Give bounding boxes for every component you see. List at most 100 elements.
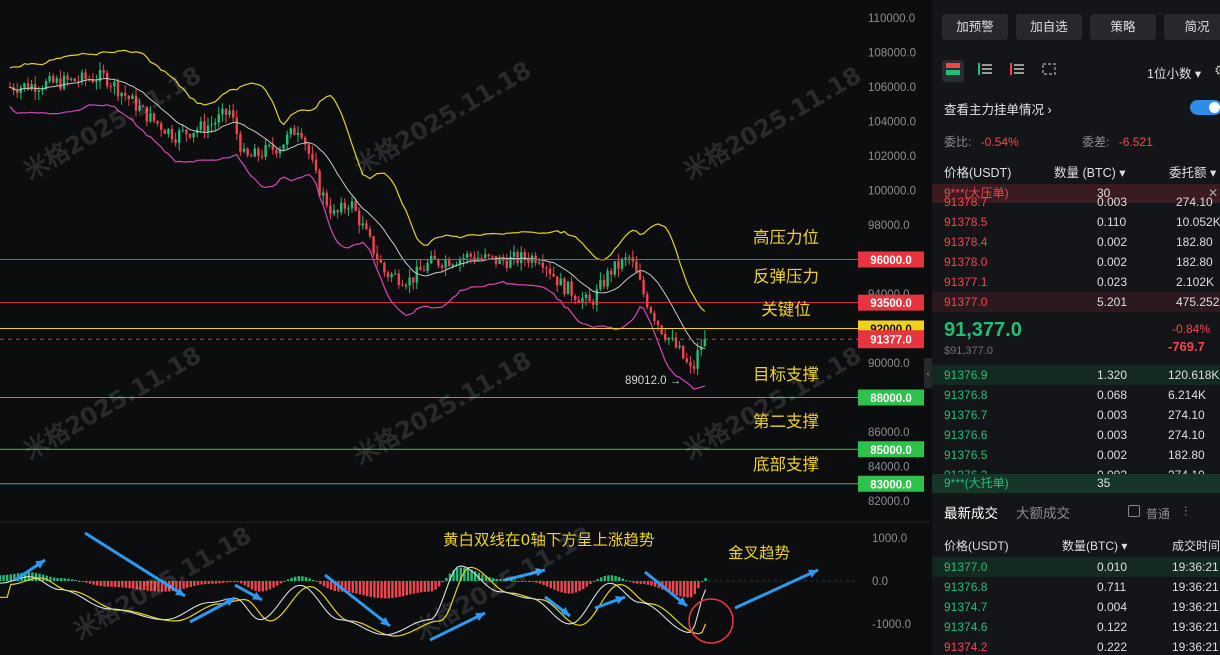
- trade-row[interactable]: 91374.2 0.222 19:36:21: [932, 637, 1220, 655]
- histogram-bar: [106, 581, 110, 587]
- histogram-bar: [427, 581, 430, 592]
- low-price-marker: 89012.0 →: [625, 375, 681, 387]
- candle-body: [293, 128, 296, 136]
- ratio-row: 委比: -0.54% 委差: -6.521: [944, 133, 1220, 150]
- candle-body: [217, 114, 220, 123]
- trade-row[interactable]: 91376.8 0.711 19:36:21: [932, 577, 1220, 597]
- bid-row[interactable]: 91376.7 0.003 274.10: [932, 405, 1220, 425]
- settings-gear-icon[interactable]: ⚙: [1214, 62, 1220, 79]
- candle-body: [55, 78, 58, 83]
- histogram-bar: [402, 581, 405, 597]
- candle-body: [332, 210, 336, 214]
- histogram-bar: [222, 581, 225, 583]
- ask-row[interactable]: 91378.5 0.110 10.052K: [932, 212, 1220, 232]
- candle-body: [347, 208, 350, 210]
- candle-body: [282, 144, 285, 150]
- ask-row[interactable]: 91378.4 0.002 182.80: [932, 232, 1220, 252]
- candle-body: [253, 148, 256, 157]
- candle-body: [242, 148, 246, 152]
- candle-body: [685, 358, 688, 363]
- mid-usd-price: $91,377.0: [944, 345, 993, 357]
- buy-whale-bar[interactable]: 9***(大托单) 35: [932, 474, 1220, 493]
- candle-body: [120, 92, 123, 97]
- price-axis-label: 108000.0: [868, 48, 916, 60]
- ob-col-price: 价格(USDT): [944, 166, 1012, 180]
- histogram-bar: [445, 577, 448, 581]
- bid-row[interactable]: 91376.8 0.068 6.214K: [932, 385, 1220, 405]
- tab-large-trades[interactable]: 大额成交: [1016, 502, 1070, 522]
- histogram-bar: [697, 581, 700, 589]
- candle-body: [206, 125, 210, 133]
- buy-view-icon[interactable]: [974, 60, 996, 82]
- histogram-bar: [240, 581, 243, 584]
- main-orders-toggle[interactable]: [1190, 100, 1220, 115]
- candle-body: [336, 210, 339, 213]
- candle-body: [520, 252, 523, 264]
- ask-row[interactable]: 91378.0 0.002 182.80: [932, 252, 1220, 272]
- candle-body: [372, 236, 375, 254]
- histogram-bar: [49, 576, 52, 581]
- candle-body: [552, 273, 555, 277]
- histogram-bar: [52, 577, 56, 581]
- candle-body: [95, 81, 98, 83]
- histogram-bar: [441, 581, 444, 583]
- histogram-bar: [571, 581, 574, 594]
- trade-col-qty[interactable]: 数量(BTC) ▾: [1062, 537, 1127, 554]
- ask-row[interactable]: 91378.7 0.003 274.10: [932, 192, 1220, 212]
- candle-body: [185, 129, 188, 135]
- trade-row[interactable]: 91374.7 0.004 19:36:21: [932, 597, 1220, 617]
- ob-col-amount[interactable]: 委托额 ▾: [1169, 162, 1216, 181]
- strategy-button[interactable]: 策略: [1090, 14, 1156, 40]
- filter-icon[interactable]: ⫶: [1184, 504, 1187, 520]
- add-watchlist-button[interactable]: 加自选: [1016, 14, 1082, 40]
- histogram-bar: [67, 578, 70, 581]
- ask-row-cell: 0.002: [1097, 235, 1128, 249]
- ask-row[interactable]: 91377.1 0.023 2.102K: [932, 272, 1220, 292]
- kline-chart[interactable]: 110000.0 108000.0 106000.0 104000.0 102000.0…: [0, 0, 930, 655]
- candle-body: [566, 281, 570, 295]
- ask-row[interactable]: 91377.0 5.201 475.252K: [932, 292, 1220, 312]
- trade-row[interactable]: 91377.0 0.010 19:36:21: [932, 557, 1220, 577]
- histogram-bar: [542, 581, 545, 585]
- sell-view-icon[interactable]: [1006, 60, 1028, 82]
- tab-latest-trades[interactable]: 最新成交: [944, 502, 998, 522]
- histogram-bar: [704, 578, 707, 581]
- histogram-bar: [610, 575, 614, 581]
- chevron-right-icon[interactable]: ›: [1048, 103, 1052, 117]
- ob-col-qty[interactable]: 数量 (BTC) ▾: [1054, 162, 1126, 181]
- histogram-bar: [607, 575, 610, 581]
- price-axis-label: 100000.0: [868, 186, 916, 198]
- main-orders-label[interactable]: 查看主力挂单情况: [944, 103, 1044, 117]
- candle-body: [397, 273, 400, 285]
- trade-row[interactable]: 91374.6 0.122 19:36:21: [932, 617, 1220, 637]
- candle-body: [300, 132, 303, 138]
- histogram-bar: [214, 581, 218, 584]
- candle-body: [199, 121, 202, 130]
- normal-checkbox[interactable]: [1128, 505, 1140, 517]
- chart-area[interactable]: 110000.0 108000.0 106000.0 104000.0 102000.0…: [0, 0, 930, 655]
- candle-body: [260, 155, 264, 157]
- candle-body: [480, 258, 483, 260]
- trade-row-cell: 91376.8: [944, 580, 988, 594]
- level-price-text: 83000.0: [870, 479, 912, 491]
- histogram-bar: [355, 581, 358, 594]
- ratio-value: -0.54%: [980, 135, 1019, 149]
- candle-body: [19, 87, 22, 93]
- bid-row[interactable]: 91376.6 0.003 274.10: [932, 425, 1220, 445]
- overview-button[interactable]: 简况: [1164, 14, 1220, 40]
- histogram-bar: [456, 567, 459, 581]
- depth-view-icon[interactable]: [1038, 60, 1060, 82]
- bid-row[interactable]: 91376.9 1.320 120.618K: [932, 365, 1220, 385]
- histogram-bar: [690, 581, 693, 598]
- histogram-bar: [78, 580, 81, 582]
- histogram-bar: [211, 581, 214, 584]
- histogram-bar: [297, 576, 300, 581]
- panel-collapse-handle[interactable]: ‹: [924, 358, 932, 388]
- add-alert-button[interactable]: 加预警: [942, 14, 1008, 40]
- bid-row[interactable]: 91376.5 0.002 182.80: [932, 445, 1220, 465]
- candle-body: [156, 120, 159, 124]
- decimals-select[interactable]: 1位小数 ▾: [1147, 63, 1201, 82]
- histogram-bar: [592, 581, 596, 582]
- both-sides-view-icon[interactable]: [942, 60, 964, 82]
- candle-body: [235, 117, 238, 134]
